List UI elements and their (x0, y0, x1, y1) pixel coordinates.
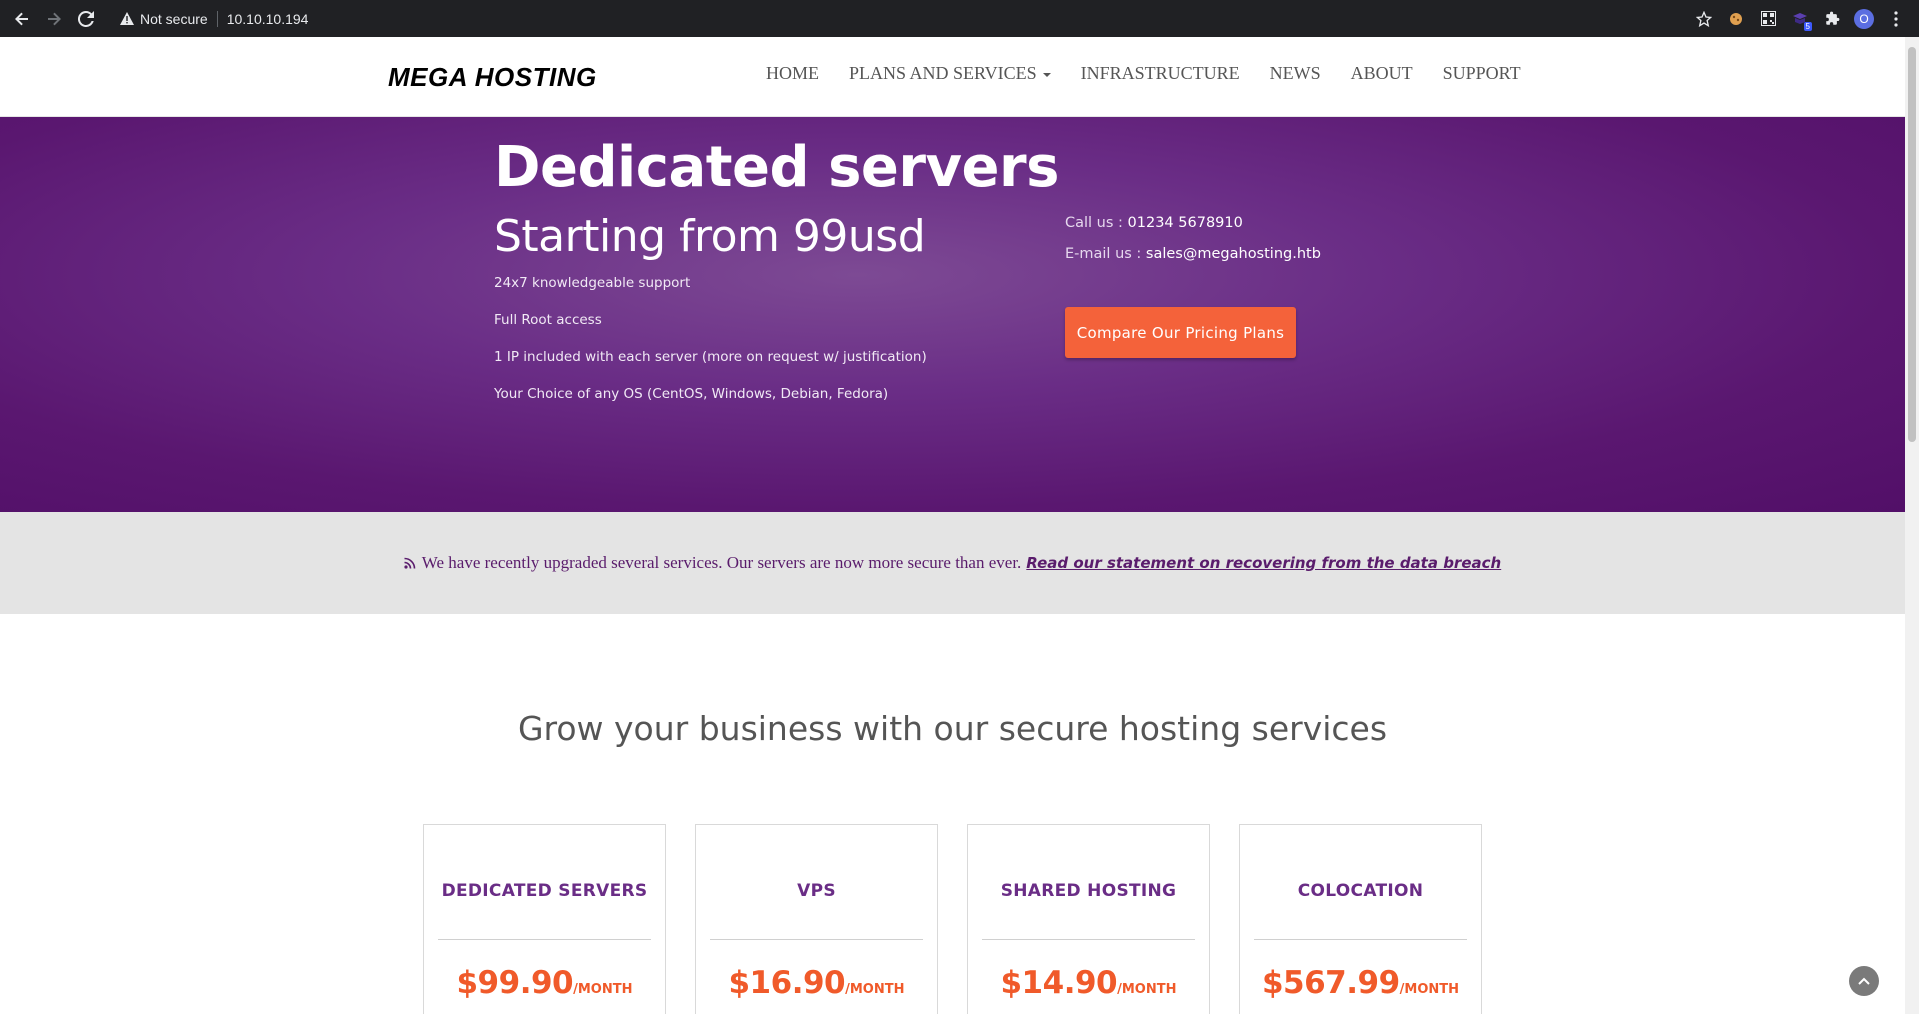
nav-plans-and-services[interactable]: PLANS AND SERVICES (849, 63, 1051, 84)
plan-card[interactable]: VPS $16.90/MONTH (695, 824, 938, 1014)
chevron-up-icon (1858, 977, 1870, 985)
address-bar[interactable]: Not secure 10.10.10.194 (120, 10, 309, 27)
plan-divider (438, 939, 651, 940)
email-address[interactable]: sales@megahosting.htb (1146, 246, 1321, 262)
plan-divider (710, 939, 923, 940)
plan-name: COLOCATION (1297, 881, 1424, 901)
plan-name: SHARED HOSTING (1000, 881, 1177, 901)
extension-badge-icon[interactable]: 5 (1787, 6, 1813, 32)
security-label: Not secure (140, 10, 208, 27)
price-period: /MONTH (845, 982, 905, 997)
qr-code-icon[interactable] (1755, 6, 1781, 32)
bookmark-star-icon[interactable] (1691, 6, 1717, 32)
reload-icon[interactable] (70, 3, 102, 35)
price-amount: $99.90 (456, 965, 574, 1001)
price-amount: $14.90 (1000, 965, 1118, 1001)
feature-list: 24x7 knowledgeable support Full Root acc… (494, 275, 927, 423)
extension-badge-count: 5 (1803, 21, 1812, 31)
plan-divider (982, 939, 1195, 940)
plan-card[interactable]: DEDICATED SERVERS $99.90/MONTH (423, 824, 666, 1014)
price-period: /MONTH (573, 982, 633, 997)
plan-divider (1254, 939, 1467, 940)
browser-toolbar: Not secure 10.10.10.194 5 O (0, 0, 1919, 37)
feature-item: Full Root access (494, 312, 602, 328)
scrollbar-thumb[interactable] (1908, 47, 1916, 442)
puzzle-extensions-icon[interactable] (1819, 6, 1845, 32)
notice-text: We have recently upgraded several servic… (421, 553, 1022, 572)
plan-card[interactable]: COLOCATION $567.99/MONTH (1239, 824, 1482, 1014)
warning-icon (120, 12, 134, 25)
email-label: E-mail us : (1065, 246, 1146, 262)
caret-down-icon (1042, 72, 1051, 77)
price-period: /MONTH (1117, 982, 1177, 997)
feature-item: Your Choice of any OS (CentOS, Windows, … (494, 386, 889, 402)
scroll-to-top-button[interactable] (1849, 966, 1879, 996)
nav-about[interactable]: ABOUT (1351, 63, 1413, 84)
plan-card[interactable]: SHARED HOSTING $14.90/MONTH (967, 824, 1210, 1014)
phone-number[interactable]: 01234 5678910 (1128, 215, 1243, 231)
menu-dots-icon[interactable] (1883, 6, 1909, 32)
nav-infrastructure[interactable]: INFRASTRUCTURE (1081, 63, 1240, 84)
breach-statement-link[interactable]: Read our statement on recovering from th… (1026, 554, 1501, 572)
price-amount: $567.99 (1261, 965, 1400, 1001)
price-period: /MONTH (1399, 982, 1460, 997)
section-heading: Grow your business with our secure hosti… (517, 709, 1388, 748)
feature-item: 1 IP included with each server (more on … (494, 349, 927, 365)
call-line: Call us : 01234 5678910 (1065, 215, 1321, 246)
plan-price: $567.99/MONTH (1240, 965, 1481, 1001)
url-text[interactable]: 10.10.10.194 (227, 11, 309, 27)
plan-price: $16.90/MONTH (696, 965, 937, 1001)
page-viewport: MEGA HOSTING HOME PLANS AND SERVICES INF… (0, 37, 1905, 1014)
plan-name: VPS (797, 881, 836, 901)
page-scrollbar[interactable] (1905, 37, 1919, 1014)
breach-notice: We have recently upgraded several servic… (0, 512, 1905, 614)
compare-pricing-button[interactable]: Compare Our Pricing Plans (1065, 307, 1296, 358)
nav-plans-label: PLANS AND SERVICES (849, 63, 1037, 83)
forward-icon[interactable] (38, 3, 70, 35)
hero-title: Dedicated servers (494, 135, 1059, 200)
feature-item: 24x7 knowledgeable support (494, 275, 691, 291)
profile-avatar[interactable]: O (1851, 6, 1877, 32)
email-line: E-mail us : sales@megahosting.htb (1065, 246, 1321, 277)
contact-info: Call us : 01234 5678910 E-mail us : sale… (1065, 215, 1321, 277)
omnibox-divider (216, 10, 218, 27)
back-icon[interactable] (6, 3, 38, 35)
call-label: Call us : (1065, 215, 1128, 231)
site-logo[interactable]: MEGA HOSTING (388, 62, 597, 93)
nav-support[interactable]: SUPPORT (1443, 63, 1521, 84)
plan-price: $14.90/MONTH (968, 965, 1209, 1001)
main-nav: HOME PLANS AND SERVICES INFRASTRUCTURE N… (766, 63, 1521, 84)
hero-banner: Dedicated servers Starting from 99usd 24… (0, 117, 1905, 512)
site-header: MEGA HOSTING HOME PLANS AND SERVICES INF… (0, 37, 1905, 117)
plan-name: DEDICATED SERVERS (441, 881, 648, 901)
nav-news[interactable]: NEWS (1270, 63, 1321, 84)
security-indicator[interactable]: Not secure (120, 11, 208, 27)
profile-initial: O (1854, 8, 1874, 29)
nav-home[interactable]: HOME (766, 63, 819, 84)
cookie-extension-icon[interactable] (1723, 6, 1749, 32)
plans-grid: DEDICATED SERVERS $99.90/MONTH VPS $16.9… (423, 824, 1482, 1014)
rss-icon (404, 557, 416, 569)
plan-price: $99.90/MONTH (424, 965, 665, 1001)
price-amount: $16.90 (728, 965, 846, 1001)
hero-subtitle: Starting from 99usd (494, 211, 926, 262)
